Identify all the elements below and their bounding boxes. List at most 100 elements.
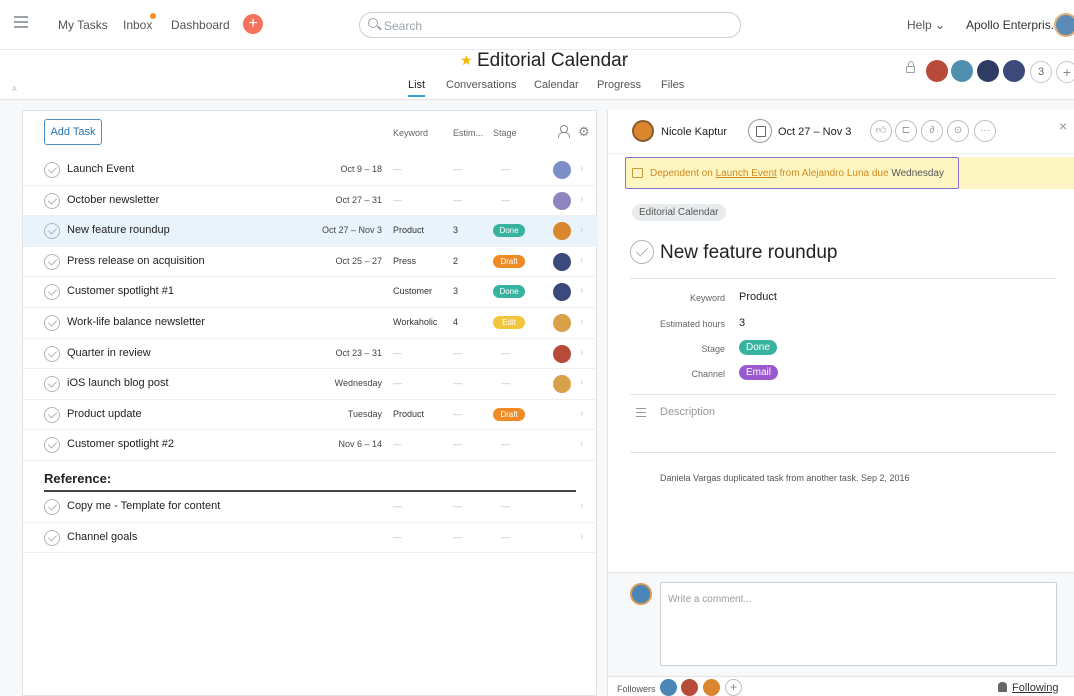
chevron-right-icon[interactable]: ›: [580, 285, 583, 296]
like-icon[interactable]: 👍︎: [870, 120, 892, 142]
task-estimate[interactable]: —: [453, 195, 462, 205]
task-stage[interactable]: Draft: [493, 407, 525, 421]
task-checkbox[interactable]: [44, 192, 60, 209]
task-row[interactable]: Channel goals — — — ›: [23, 523, 598, 554]
hamburger-menu-icon[interactable]: [14, 16, 28, 31]
chevron-right-icon[interactable]: ›: [580, 438, 583, 449]
gear-icon[interactable]: ⚙: [578, 124, 590, 140]
assignee-avatar[interactable]: [553, 283, 571, 302]
tab-list[interactable]: List: [408, 79, 426, 97]
help-menu[interactable]: Help ⌄: [907, 18, 945, 32]
task-name[interactable]: Copy me - Template for content: [67, 500, 220, 512]
member-avatar[interactable]: [926, 60, 948, 82]
more-options-icon[interactable]: ···: [974, 120, 996, 142]
task-name[interactable]: October newsletter: [67, 194, 159, 206]
column-header-estimated[interactable]: Estim...: [453, 128, 483, 138]
task-name[interactable]: Product update: [67, 408, 142, 420]
search-input[interactable]: Search: [359, 12, 741, 38]
project-title[interactable]: Editorial Calendar: [477, 50, 628, 72]
task-checkbox[interactable]: [44, 284, 60, 301]
field-value-keyword[interactable]: Product: [739, 291, 777, 303]
task-keyword[interactable]: —: [393, 532, 402, 542]
nav-inbox[interactable]: Inbox: [123, 18, 152, 32]
column-header-stage[interactable]: Stage: [493, 128, 517, 138]
task-row[interactable]: October newsletter Oct 27 – 31 — — — ›: [23, 186, 598, 217]
task-stage[interactable]: —: [501, 164, 510, 174]
assignee-avatar[interactable]: [553, 313, 571, 332]
task-keyword[interactable]: Customer: [393, 286, 432, 296]
task-stage[interactable]: Draft: [493, 254, 525, 268]
task-checkbox[interactable]: [44, 253, 60, 270]
task-row[interactable]: Quarter in review Oct 23 – 31 — — — ›: [23, 339, 598, 370]
task-row[interactable]: New feature roundup Oct 27 – Nov 3 Product…: [23, 216, 598, 247]
field-value-channel[interactable]: Email: [739, 365, 779, 380]
task-checkbox[interactable]: [44, 345, 60, 362]
task-stage[interactable]: —: [501, 439, 510, 449]
tag-icon[interactable]: ⊏: [895, 120, 917, 142]
task-estimate[interactable]: —: [453, 348, 462, 358]
task-row[interactable]: Product update Tuesday Product — Draft ›: [23, 400, 598, 431]
chevron-down-icon[interactable]: ⌄: [620, 54, 628, 65]
description-field[interactable]: Description: [660, 406, 715, 418]
assignee-avatar[interactable]: [553, 161, 571, 179]
task-due-date[interactable]: Oct 23 – 31: [335, 348, 382, 358]
assignee-avatar[interactable]: [553, 191, 571, 210]
task-stage[interactable]: Edit: [493, 315, 525, 329]
follower-avatar[interactable]: [660, 679, 677, 696]
user-avatar[interactable]: [1054, 13, 1074, 37]
quick-add-button[interactable]: +: [243, 14, 263, 34]
task-name[interactable]: New feature roundup: [67, 224, 170, 236]
task-keyword[interactable]: Workaholic: [393, 317, 437, 327]
task-keyword[interactable]: —: [393, 164, 402, 174]
task-stage[interactable]: —: [501, 378, 510, 388]
task-keyword[interactable]: Product: [393, 409, 424, 419]
tab-conversations[interactable]: Conversations: [446, 79, 516, 91]
follower-avatar[interactable]: [681, 679, 698, 696]
complete-task-checkbox[interactable]: [630, 240, 654, 264]
assignee-column-icon[interactable]: [558, 125, 570, 138]
chevron-right-icon[interactable]: ›: [580, 347, 583, 358]
task-stage[interactable]: —: [501, 195, 510, 205]
task-row[interactable]: Press release on acquisition Oct 25 – 27 P…: [23, 247, 598, 278]
task-row[interactable]: Work-life balance newsletter Workaholic 4 E…: [23, 308, 598, 339]
task-stage[interactable]: —: [501, 348, 510, 358]
task-due-date[interactable]: Wednesday: [335, 378, 382, 388]
task-estimate[interactable]: —: [453, 409, 462, 419]
assignee-avatar[interactable]: [553, 252, 571, 271]
field-value-stage[interactable]: Done: [739, 340, 777, 355]
task-name[interactable]: Press release on acquisition: [67, 255, 205, 267]
task-estimate[interactable]: —: [453, 439, 462, 449]
task-row[interactable]: Launch Event Oct 9 – 18 — — — ›: [23, 155, 598, 186]
assignee-avatar[interactable]: [553, 375, 571, 394]
chevron-right-icon[interactable]: ›: [580, 163, 583, 174]
tab-files[interactable]: Files: [661, 79, 684, 91]
task-row[interactable]: Copy me - Template for content — — — ›: [23, 492, 598, 523]
section-header[interactable]: Reference:: [23, 461, 598, 492]
task-stage[interactable]: Done: [493, 285, 525, 299]
task-estimate[interactable]: —: [453, 501, 462, 511]
task-due-date[interactable]: Oct 25 – 27: [335, 256, 382, 266]
task-estimate[interactable]: —: [453, 164, 462, 174]
tab-progress[interactable]: Progress: [597, 79, 641, 91]
task-row[interactable]: iOS launch blog post Wednesday — — — ›: [23, 369, 598, 400]
task-due-date[interactable]: Oct 9 – 18: [340, 164, 382, 174]
follower-avatar[interactable]: [703, 679, 720, 696]
task-estimate[interactable]: 3: [453, 286, 458, 296]
task-checkbox[interactable]: [44, 162, 60, 178]
task-keyword[interactable]: —: [393, 195, 402, 205]
task-estimate[interactable]: —: [453, 532, 462, 542]
task-title[interactable]: New feature roundup: [660, 242, 837, 264]
nav-dashboard[interactable]: Dashboard: [171, 18, 230, 32]
task-row[interactable]: Customer spotlight #1 Customer 3 Done ›: [23, 277, 598, 308]
field-value-estimated-hours[interactable]: 3: [739, 317, 745, 329]
chevron-right-icon[interactable]: ›: [580, 316, 583, 327]
task-estimate[interactable]: 4: [453, 317, 458, 327]
task-keyword[interactable]: Product: [393, 225, 424, 235]
task-name[interactable]: Launch Event: [67, 163, 134, 175]
task-due-date[interactable]: Oct 27 – Nov 3: [322, 225, 382, 235]
task-name[interactable]: Customer spotlight #2: [67, 438, 174, 450]
task-keyword[interactable]: —: [393, 378, 402, 388]
task-stage[interactable]: Done: [493, 224, 525, 238]
task-estimate[interactable]: —: [453, 378, 462, 388]
chevron-right-icon[interactable]: ›: [580, 377, 583, 388]
